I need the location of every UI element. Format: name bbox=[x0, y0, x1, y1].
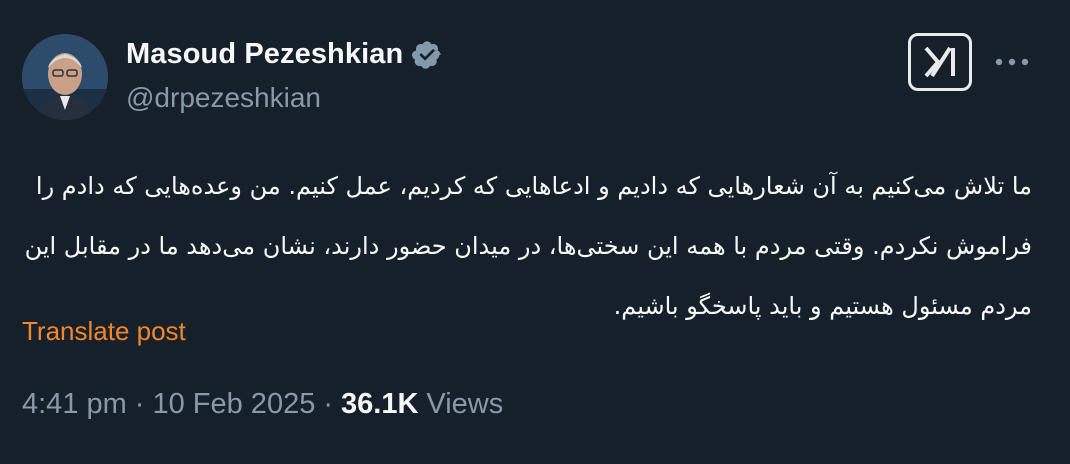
avatar[interactable] bbox=[22, 34, 108, 120]
profile-photo-icon bbox=[22, 34, 108, 120]
author-display-name[interactable]: Masoud Pezeshkian bbox=[126, 38, 403, 71]
grok-icon bbox=[924, 46, 955, 78]
author-name-row: Masoud Pezeshkian bbox=[126, 38, 443, 71]
views-label: Views bbox=[426, 388, 504, 420]
post-time[interactable]: 4:41 pm bbox=[22, 388, 127, 421]
post-text: ما تلاش می‌کنیم به آن شعارهایی که دادیم … bbox=[24, 172, 1032, 320]
views-count[interactable]: 36.1K bbox=[341, 388, 418, 421]
verified-badge-icon[interactable] bbox=[411, 39, 443, 71]
tweet-card: Masoud Pezeshkian @drpezeshkian ما تلاش … bbox=[0, 0, 1070, 464]
translate-post-link[interactable]: Translate post bbox=[22, 316, 186, 347]
more-horizontal-icon bbox=[995, 58, 1029, 66]
author-handle[interactable]: @drpezeshkian bbox=[126, 82, 321, 114]
meta-separator: · bbox=[134, 388, 145, 420]
more-options-button[interactable] bbox=[992, 44, 1032, 80]
post-date[interactable]: 10 Feb 2025 bbox=[152, 388, 315, 421]
grok-button[interactable] bbox=[908, 33, 972, 91]
meta-separator: · bbox=[323, 388, 333, 420]
post-metadata: 4:41 pm · 10 Feb 2025 · 36.1K Views bbox=[22, 388, 503, 421]
